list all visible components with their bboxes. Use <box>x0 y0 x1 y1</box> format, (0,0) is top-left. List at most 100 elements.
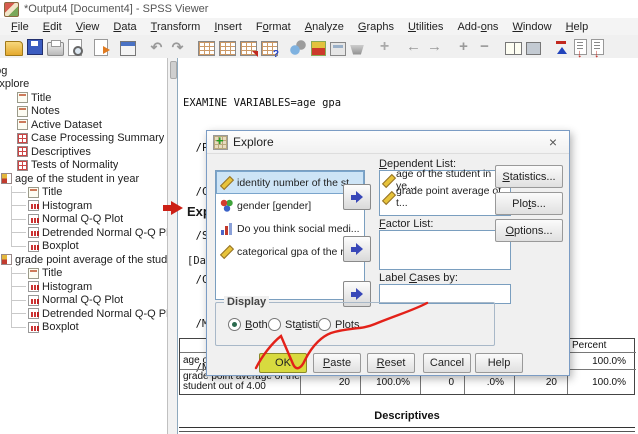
menu-analyze[interactable]: Analyze <box>298 20 351 34</box>
redo-icon[interactable]: ↷ <box>169 39 186 56</box>
variable-item[interactable]: categorical gpa of the r... <box>216 240 364 263</box>
insert-text-icon[interactable] <box>591 39 604 60</box>
app-icon <box>4 1 19 17</box>
menu-insert[interactable]: Insert <box>207 20 249 34</box>
menu-add-ons[interactable]: Add-ons <box>450 20 505 34</box>
reset-button[interactable]: Reset <box>367 353 415 373</box>
title-doc-icon <box>28 267 39 279</box>
outline-item-age-qq[interactable]: Normal Q-Q Plot <box>0 213 167 227</box>
export-icon[interactable] <box>94 38 110 56</box>
scale-icon <box>382 174 393 185</box>
display-group-label: Display <box>224 296 270 308</box>
hide-icon[interactable] <box>526 42 541 55</box>
variable-item[interactable]: Do you think social medi... <box>216 217 364 240</box>
menu-utilities[interactable]: Utilities <box>401 20 450 34</box>
factor-list[interactable] <box>379 230 511 270</box>
charts-icon[interactable] <box>290 38 307 56</box>
outline-item-explore[interactable]: Explore <box>0 78 167 92</box>
next-output-icon[interactable]: → <box>426 38 443 56</box>
radio-icon <box>268 318 281 331</box>
goto-data-icon[interactable] <box>198 40 215 56</box>
outline-item-case-processing[interactable]: Case Processing Summary <box>0 132 167 146</box>
radio-both[interactable]: Both <box>228 318 268 331</box>
factor-list-label: Factor List: <box>379 218 434 230</box>
menu-transform[interactable]: Transform <box>144 20 208 34</box>
table-header-percent: Percent <box>567 339 636 353</box>
variable-item[interactable]: gender [gender] <box>216 194 364 217</box>
insert-icon[interactable]: + <box>376 38 393 56</box>
promote-icon[interactable]: + <box>455 38 472 56</box>
outline-item-notes[interactable]: Notes <box>0 105 167 119</box>
show-icon[interactable] <box>505 42 522 55</box>
outline-item-gpa-section[interactable]: grade point average of the student <box>0 253 167 267</box>
label-cases-field[interactable] <box>379 284 511 304</box>
right-arrow-icon <box>351 191 363 203</box>
menu-window[interactable]: Window <box>505 20 558 34</box>
paste-button[interactable]: Paste <box>313 353 361 373</box>
print-icon[interactable] <box>47 39 64 56</box>
notes-icon <box>17 105 28 117</box>
ok-button[interactable]: OK <box>259 353 307 373</box>
pane-splitter[interactable] <box>168 58 177 434</box>
outline-item-descriptives[interactable]: Descriptives <box>0 145 167 159</box>
close-button[interactable]: × <box>537 131 569 153</box>
output-window-icon[interactable] <box>330 41 346 56</box>
plots-button[interactable]: Plots... <box>495 192 563 215</box>
move-to-factor-button[interactable] <box>343 236 371 262</box>
help-button[interactable]: Help <box>475 353 523 373</box>
outline-item-age-histogram[interactable]: Histogram <box>0 199 167 213</box>
outline-item-gpa-detrended[interactable]: Detrended Normal Q-Q Plot <box>0 307 167 321</box>
use-sets-icon[interactable] <box>261 40 279 60</box>
options-button[interactable]: Options... <box>495 219 563 242</box>
outline-item-gpa-boxplot[interactable]: Boxplot <box>0 321 167 335</box>
chart-icon <box>28 240 39 252</box>
basket-icon[interactable] <box>350 44 364 55</box>
menu-graphs[interactable]: Graphs <box>351 20 401 34</box>
outline-item-gpa-qq[interactable]: Normal Q-Q Plot <box>0 294 167 308</box>
display-group: Display Both Statistics Plots <box>215 296 495 346</box>
outline-item-log[interactable]: Log <box>0 64 167 78</box>
insert-variables-icon[interactable] <box>240 40 258 57</box>
menu-data[interactable]: Data <box>106 20 143 34</box>
outline-item-title[interactable]: Title <box>0 91 167 105</box>
dependent-item[interactable]: grade point average of t... <box>380 185 510 209</box>
demote-icon[interactable]: − <box>476 38 493 56</box>
insert-heading-icon[interactable] <box>574 39 587 60</box>
menu-view[interactable]: View <box>69 20 107 34</box>
cancel-button[interactable]: Cancel <box>423 353 471 373</box>
outline-item-age-title[interactable]: Title <box>0 186 167 200</box>
statistics-button[interactable]: Statistics... <box>495 165 563 188</box>
move-to-dependent-button[interactable] <box>343 184 371 210</box>
dialog-title-bar[interactable]: Explore × <box>207 131 569 154</box>
print-preview-icon[interactable] <box>68 38 83 56</box>
outline-item-age-detrended[interactable]: Detrended Normal Q-Q Plot <box>0 226 167 240</box>
previous-output-icon[interactable]: ← <box>405 38 422 56</box>
radio-plots[interactable]: Plots <box>318 318 359 331</box>
menu-help[interactable]: Help <box>559 20 596 34</box>
chart-icon <box>28 227 39 239</box>
menu-edit[interactable]: Edit <box>36 20 69 34</box>
run-script-icon[interactable] <box>311 40 326 56</box>
right-arrow-icon <box>351 243 363 255</box>
sort-icon[interactable] <box>553 39 570 56</box>
outline-item-gpa-histogram[interactable]: Histogram <box>0 280 167 294</box>
table-cell: 100.0% <box>567 370 636 394</box>
variable-item[interactable]: identity number of the st... <box>216 171 364 194</box>
outline-item-age-boxplot[interactable]: Boxplot <box>0 240 167 254</box>
save-icon[interactable] <box>27 39 43 55</box>
dependent-list[interactable]: age of the student in ye... grade point … <box>379 168 511 216</box>
outline-item-gpa-title[interactable]: Title <box>0 267 167 281</box>
recall-dialogs-icon[interactable] <box>120 40 136 56</box>
section-icon <box>1 254 12 266</box>
open-icon[interactable] <box>5 41 23 56</box>
undo-icon[interactable]: ↶ <box>148 39 165 56</box>
menu-file[interactable]: File <box>4 20 36 34</box>
outline-item-active-dataset[interactable]: Active Dataset <box>0 118 167 132</box>
table-border <box>179 427 635 428</box>
syntax-line: EXAMINE VARIABLES=age gpa <box>183 97 342 110</box>
outline-item-age-section[interactable]: age of the student in year <box>0 172 167 186</box>
goto-case-icon[interactable] <box>219 40 236 56</box>
outline-item-tests-normality[interactable]: Tests of Normality <box>0 159 167 173</box>
splitter-handle[interactable] <box>170 61 177 79</box>
menu-format[interactable]: Format <box>249 20 298 34</box>
